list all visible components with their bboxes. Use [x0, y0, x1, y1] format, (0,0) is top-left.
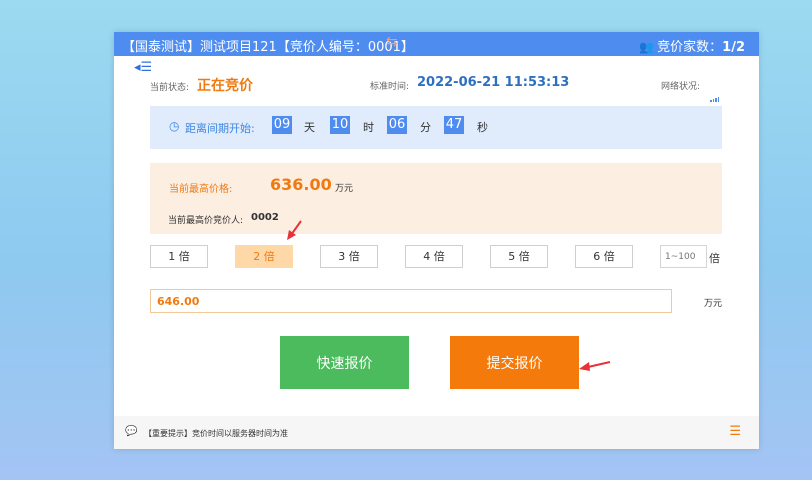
menu-collapse-icon[interactable]: ◂☰	[134, 60, 152, 75]
submit-bid-button[interactable]: 提交报价	[450, 336, 579, 389]
countdown-minutes: 06	[387, 116, 407, 134]
network-label: 网络状况:	[661, 82, 701, 92]
highest-bidder-value: 0002	[251, 212, 279, 223]
chat-icon: 💬	[125, 426, 138, 437]
footer-tip: 【重要提示】竞价时间以服务器时间为准	[144, 429, 288, 438]
title-bar: 【国泰测试】测试项目121【竞价人编号：0001】 ⇆ 👥 竞价家数：1/2	[114, 32, 759, 56]
highest-bidder-label: 当前最高价竞价人:	[168, 216, 244, 226]
bidding-window: 【国泰测试】测试项目121【竞价人编号：0001】 ⇆ 👥 竞价家数：1/2 ◂☰…	[114, 32, 759, 449]
countdown-hours: 10	[330, 116, 350, 134]
multiplier-3-button[interactable]: 3 倍	[320, 245, 378, 268]
custom-multiplier-input[interactable]	[660, 245, 707, 268]
bid-amount-unit: 万元	[704, 299, 723, 309]
multiplier-1-button[interactable]: 1 倍	[150, 245, 208, 268]
multiplier-6-button[interactable]: 6 倍	[575, 245, 633, 268]
countdown-seconds: 47	[444, 116, 464, 134]
signal-icon	[710, 83, 720, 102]
countdown-panel: ◷ 距离间期开始: 09 天 10 时 06 分 47 秒	[150, 106, 722, 149]
users-icon: 👥	[639, 40, 655, 54]
multiplier-4-button[interactable]: 4 倍	[405, 245, 463, 268]
status-label: 当前状态:	[150, 83, 190, 93]
standard-time-value: 2022-06-21 11:53:13	[417, 75, 570, 90]
standard-time-label: 标准时间:	[370, 82, 410, 92]
annotation-arrow-2-icon	[579, 361, 611, 371]
bid-amount-input[interactable]	[150, 289, 672, 313]
swap-icon[interactable]: ⇆	[386, 34, 398, 50]
bidder-count-label: 竞价家数：	[657, 40, 723, 55]
highest-price-unit: 万元	[335, 184, 354, 194]
footer-bar: 💬 【重要提示】竞价时间以服务器时间为准 ☰	[114, 416, 759, 449]
multiplier-5-button[interactable]: 5 倍	[490, 245, 548, 268]
status-value: 正在竞价	[197, 78, 253, 94]
bidder-count-value: 1/2	[722, 40, 745, 55]
annotation-arrow-1-icon	[287, 220, 302, 240]
countdown-hours-unit: 时	[363, 121, 374, 134]
price-panel: 当前最高价格: 636.00 万元 当前最高价竞价人: 0002	[150, 163, 722, 234]
countdown-label: 距离间期开始:	[185, 122, 255, 135]
highest-price-value: 636.00	[270, 175, 332, 194]
clock-icon: ◷	[169, 119, 180, 133]
countdown-seconds-unit: 秒	[477, 121, 488, 134]
multiplier-2-button[interactable]: 2 倍	[235, 245, 293, 268]
countdown-days: 09	[272, 116, 292, 134]
bidder-count: 👥 竞价家数：1/2	[639, 36, 745, 55]
list-icon[interactable]: ☰	[729, 424, 741, 439]
countdown-minutes-unit: 分	[420, 121, 431, 134]
quick-bid-button[interactable]: 快速报价	[280, 336, 409, 389]
highest-price-label: 当前最高价格:	[169, 184, 233, 195]
custom-multiplier-unit: 倍	[709, 252, 720, 265]
countdown-days-unit: 天	[304, 121, 315, 134]
window-title: 【国泰测试】测试项目121【竞价人编号：0001】	[122, 40, 414, 55]
